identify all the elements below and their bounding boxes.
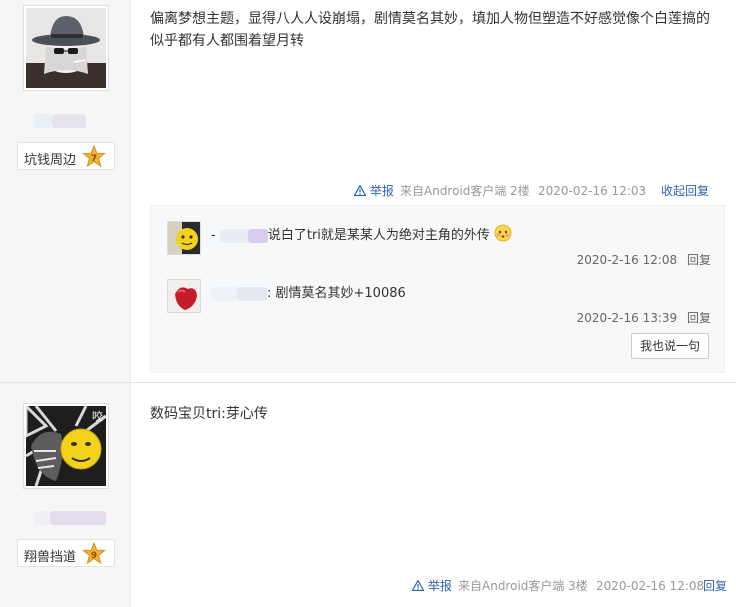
warning-icon <box>411 579 425 592</box>
post-floor-3: 咬 翔兽挡道 9 数码宝贝tri:芽心传 举报 来自Android客户端 3楼 … <box>0 383 736 607</box>
level-number: 9 <box>91 551 97 561</box>
avatar[interactable]: 咬 <box>23 403 109 489</box>
reply-meta: 2020-2-16 12:08 回复 <box>577 251 711 268</box>
blush-emoji-icon <box>494 224 512 242</box>
reply-prefix: - <box>211 228 216 243</box>
reply-box: - 说白了tri就是某某人为绝对主角的外传 2020-2-16 12:08 回复 <box>150 205 725 373</box>
reply-text: : 剧情莫名其妙+10086 <box>211 282 406 301</box>
post-content: 偏离梦想主题，显得八人人设崩塌，剧情莫名其妙，填加人物但塑造不好感觉像个白莲搞的… <box>150 11 710 49</box>
reply-button[interactable]: 回复 <box>687 253 711 267</box>
client-source: 来自Android客户端 <box>400 184 507 198</box>
username-blurred[interactable] <box>34 510 106 525</box>
report-link[interactable]: 举报 <box>353 181 402 201</box>
reply-body: : 剧情莫名其妙+10086 <box>267 286 406 301</box>
reply-avatar[interactable] <box>167 279 201 313</box>
reply-button[interactable]: 回复 <box>687 311 711 325</box>
report-label: 举报 <box>427 579 452 593</box>
username-blurred[interactable] <box>34 113 86 128</box>
user-sidebar: 坑钱周边 7 <box>0 0 131 382</box>
warning-icon <box>353 184 367 197</box>
post-floor-2: 坑钱周边 7 偏离梦想主题，显得八人人设崩塌，剧情莫名其妙，填加人物但塑造不好感… <box>0 0 736 382</box>
reply-avatar-image <box>168 280 200 312</box>
user-level-badge[interactable]: 翔兽挡道 9 <box>17 539 115 567</box>
client-source: 来自Android客户端 <box>458 579 565 593</box>
report-label: 举报 <box>369 184 394 198</box>
reply-meta: 2020-2-16 13:39 回复 <box>577 309 711 326</box>
svg-text:咬: 咬 <box>92 409 103 423</box>
post-time: 2020-02-16 12:03 <box>538 184 647 198</box>
reply-body: 说白了tri就是某某人为绝对主角的外传 <box>267 228 490 243</box>
reply-avatar[interactable] <box>167 221 201 255</box>
avatar-image: 咬 <box>26 406 106 486</box>
reply-text: - 说白了tri就是某某人为绝对主角的外传 <box>211 224 512 243</box>
reply-time: 2020-2-16 13:39 <box>576 311 678 325</box>
level-star-icon: 7 <box>82 145 106 168</box>
floor-number: 2楼 <box>510 184 530 198</box>
post-tail: 举报 来自Android客户端 3楼 2020-02-16 12:08 回复 <box>150 576 736 596</box>
user-level-badge[interactable]: 坑钱周边 7 <box>17 142 115 170</box>
collapse-replies-link[interactable]: 收起回复 <box>661 181 709 201</box>
badge-title: 翔兽挡道 <box>24 550 77 565</box>
avatar-image <box>26 8 106 88</box>
post-tail: 举报 来自Android客户端 2楼 2020-02-16 12:03 收起回复 <box>150 181 736 201</box>
reply-link[interactable]: 回复 <box>703 576 727 596</box>
user-sidebar: 咬 翔兽挡道 9 <box>0 383 131 607</box>
level-number: 7 <box>91 154 97 164</box>
say-something-button[interactable]: 我也说一句 <box>631 333 709 359</box>
avatar[interactable] <box>23 5 109 91</box>
badge-title: 坑钱周边 <box>24 153 77 168</box>
post-time: 2020-02-16 12:08 <box>596 579 705 593</box>
post-content: 数码宝贝tri:芽心传 <box>150 406 268 422</box>
reply-time: 2020-2-16 12:08 <box>576 253 678 267</box>
reply-avatar-image <box>168 222 200 254</box>
report-link[interactable]: 举报 <box>411 576 460 596</box>
level-star-icon: 9 <box>82 542 106 565</box>
floor-number: 3楼 <box>568 579 588 593</box>
